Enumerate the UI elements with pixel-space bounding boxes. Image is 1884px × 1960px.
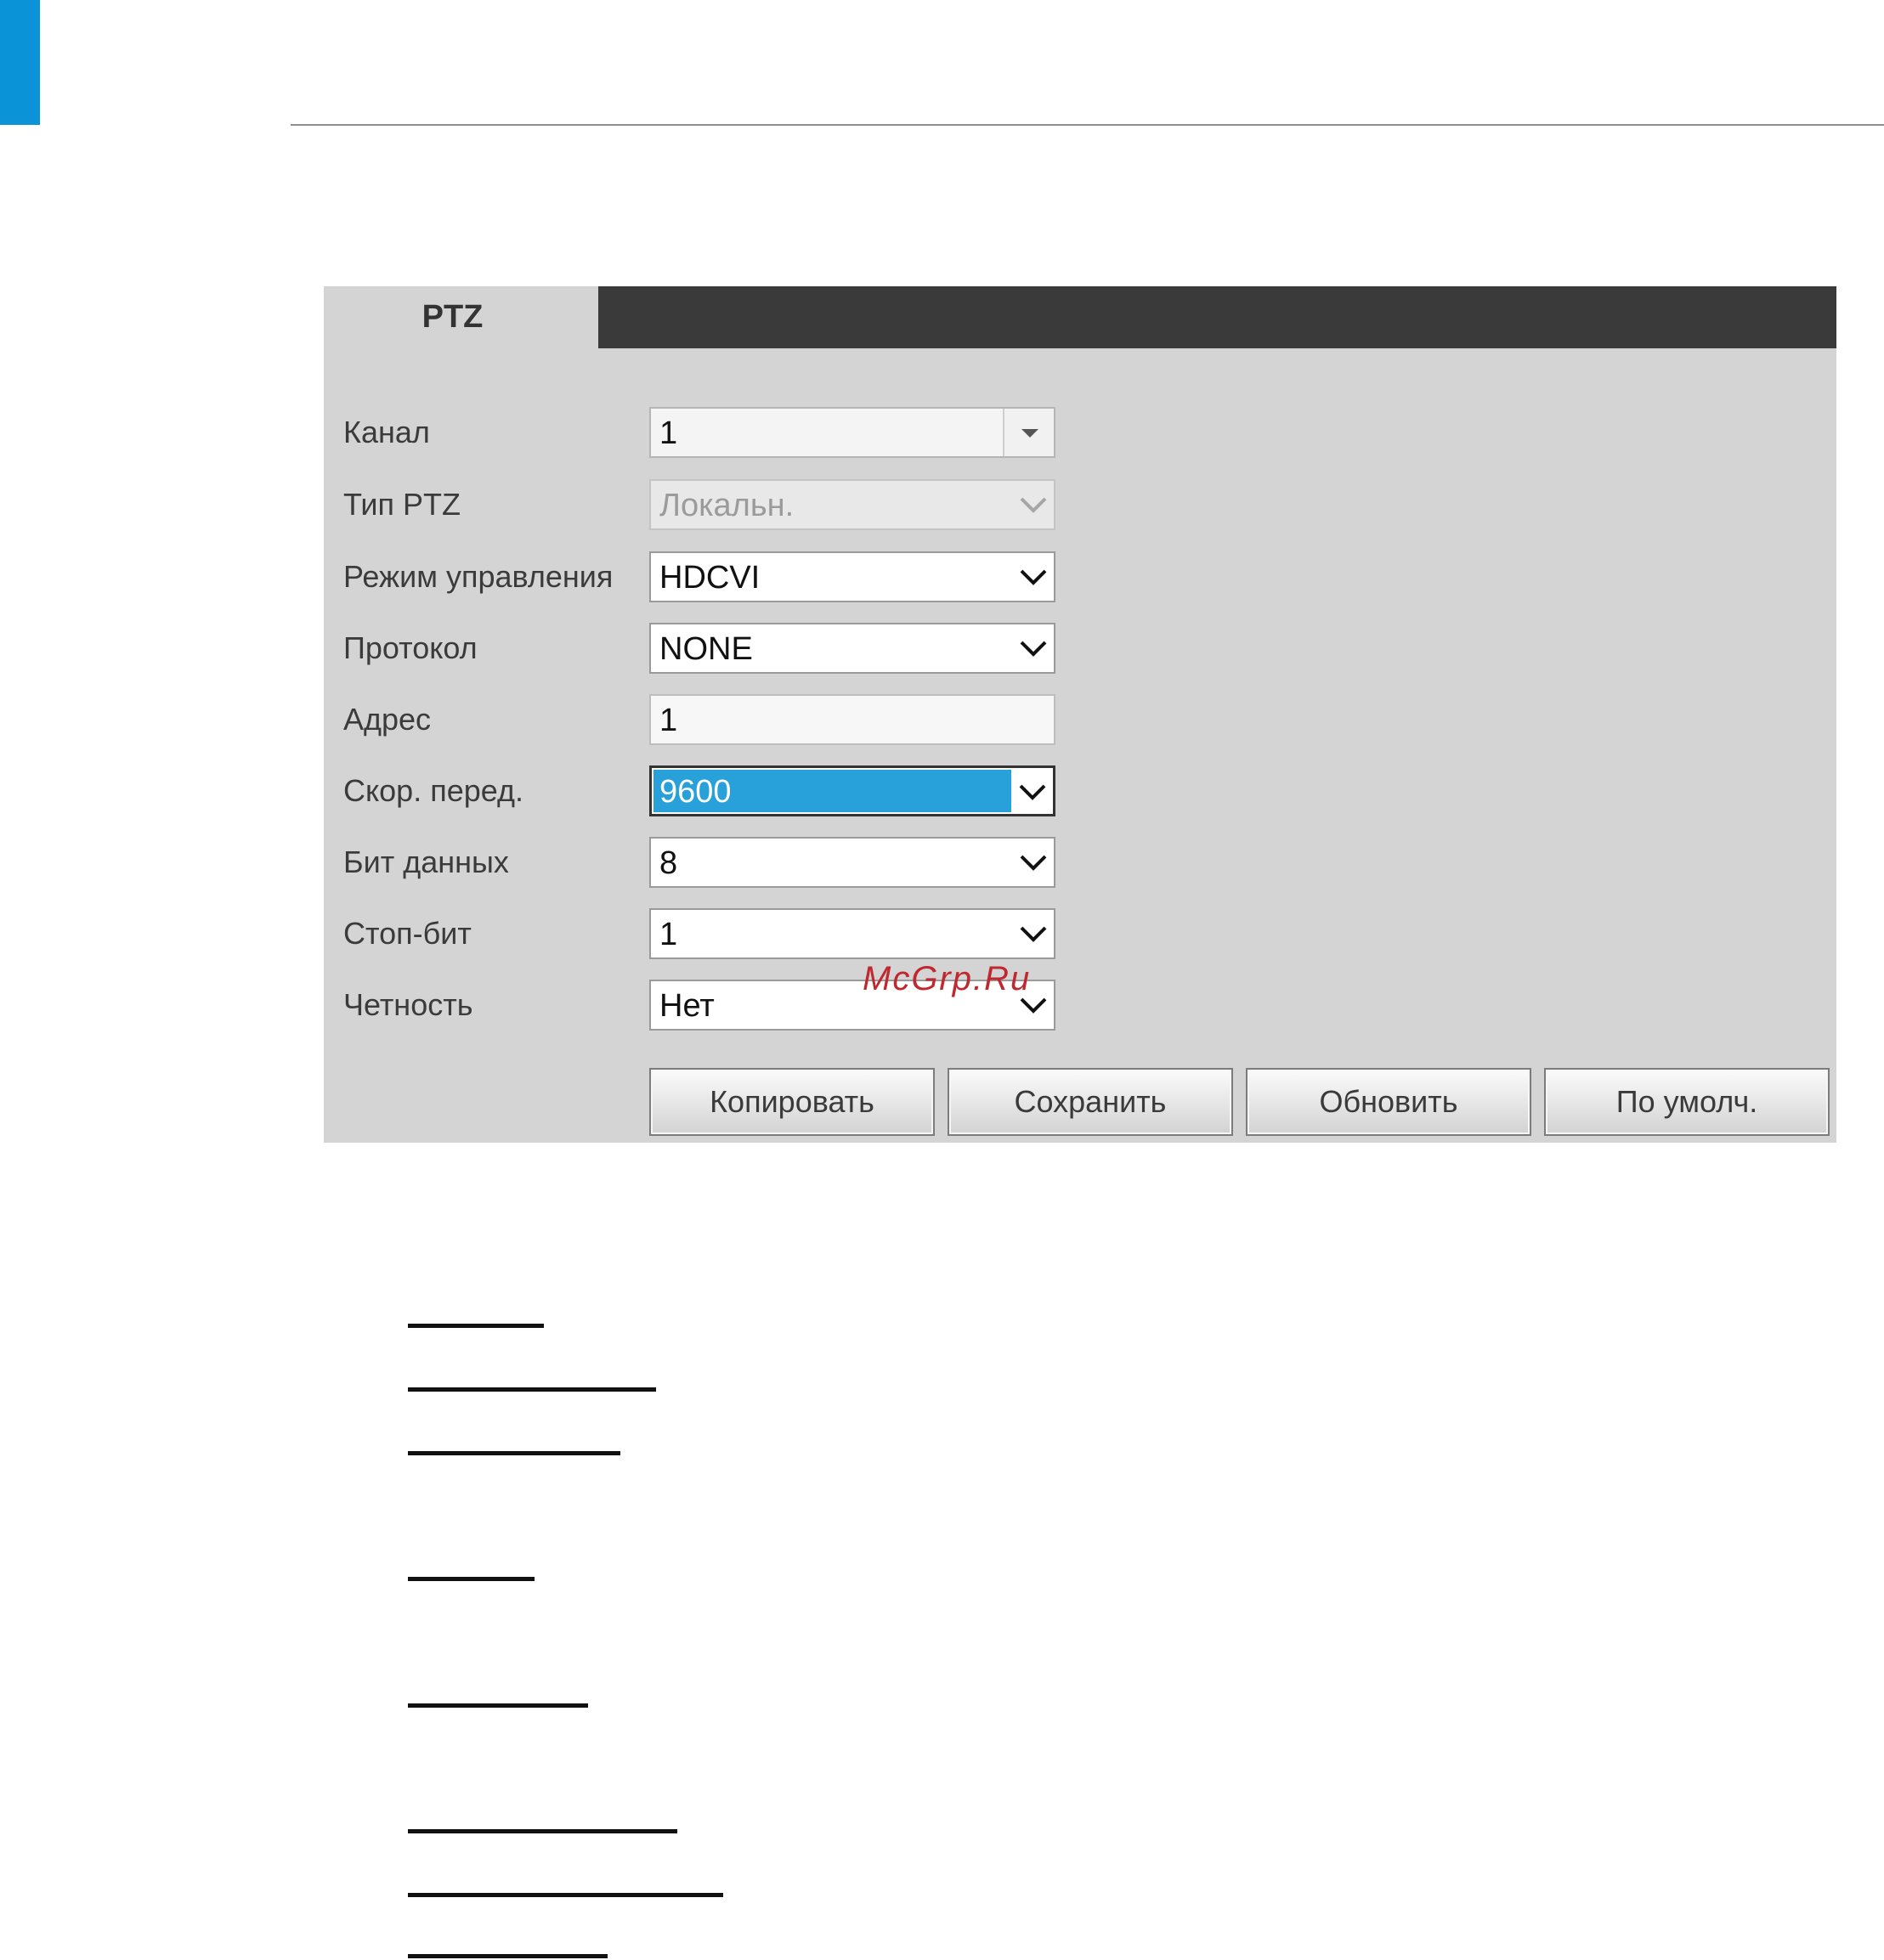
row-control-mode: Режим управления HDCVI — [324, 551, 1089, 602]
control-mode-select[interactable]: HDCVI — [649, 551, 1055, 602]
protocol-select[interactable]: NONE — [649, 623, 1055, 674]
control-mode-label: Режим управления — [343, 559, 614, 594]
underline-5 — [408, 1703, 588, 1708]
underline-4 — [408, 1577, 535, 1581]
channel-label: Канал — [343, 415, 430, 449]
chevron-down-icon — [1018, 633, 1049, 664]
default-button[interactable]: По умолч. — [1544, 1068, 1830, 1136]
channel-value: 1 — [659, 415, 678, 451]
row-data-bits: Бит данных 8 — [324, 837, 1089, 888]
ptz-settings-panel: PTZ Канал 1 Тип PTZ Локальн. Режим управ… — [324, 286, 1836, 1143]
save-button[interactable]: Сохранить — [948, 1068, 1233, 1136]
chevron-down-icon — [1018, 489, 1049, 520]
underline-2 — [408, 1387, 656, 1392]
stop-bit-select[interactable]: 1 — [649, 908, 1055, 959]
stop-bit-value: 1 — [659, 917, 678, 952]
underline-3 — [408, 1451, 620, 1455]
tab-ptz-label: PTZ — [421, 299, 484, 335]
chevron-down-icon — [1018, 847, 1049, 878]
data-bits-value: 8 — [659, 845, 678, 881]
triangle-down-icon — [1021, 429, 1038, 438]
panel-header-bar — [598, 286, 1836, 348]
address-value: 1 — [659, 703, 678, 738]
protocol-label: Протокол — [343, 630, 478, 665]
refresh-button[interactable]: Обновить — [1246, 1068, 1531, 1136]
ptz-type-label: Тип PTZ — [343, 487, 461, 522]
parity-value: Нет — [659, 988, 715, 1024]
parity-label: Четность — [343, 987, 473, 1022]
row-ptz-type: Тип PTZ Локальн. — [324, 479, 1089, 530]
row-channel: Канал 1 — [324, 407, 1089, 458]
ptz-type-select: Локальн. — [649, 479, 1055, 530]
watermark: McGrp.Ru — [863, 960, 1032, 997]
underline-1 — [408, 1324, 544, 1328]
ptz-type-value: Локальн. — [659, 488, 795, 523]
baud-rate-label: Скор. перед. — [343, 773, 523, 808]
tab-ptz[interactable]: PTZ — [324, 286, 598, 348]
channel-select[interactable]: 1 — [649, 407, 1055, 458]
header-divider — [291, 124, 1884, 126]
row-baud-rate: Скор. перед. 9600 — [324, 765, 1089, 816]
chevron-down-icon — [1018, 918, 1049, 949]
control-mode-value: HDCVI — [659, 560, 761, 596]
channel-dropdown-button[interactable] — [1003, 409, 1054, 456]
address-label: Адрес — [343, 702, 432, 737]
underline-8 — [408, 1954, 608, 1958]
accent-bar — [0, 0, 40, 125]
address-input[interactable]: 1 — [649, 694, 1055, 745]
row-stop-bit: Стоп-бит 1 — [324, 908, 1089, 959]
baud-rate-value: 9600 — [659, 774, 732, 810]
chevron-down-icon — [1017, 777, 1048, 807]
copy-button[interactable]: Копировать — [649, 1068, 935, 1136]
underline-6 — [408, 1829, 677, 1833]
underline-7 — [408, 1893, 723, 1897]
chevron-down-icon — [1018, 562, 1049, 592]
baud-rate-select[interactable]: 9600 — [649, 765, 1055, 816]
data-bits-label: Бит данных — [343, 844, 509, 879]
protocol-value: NONE — [659, 631, 753, 667]
data-bits-select[interactable]: 8 — [649, 837, 1055, 888]
row-protocol: Протокол NONE — [324, 623, 1089, 674]
row-address: Адрес 1 — [324, 694, 1089, 745]
stop-bit-label: Стоп-бит — [343, 916, 472, 951]
